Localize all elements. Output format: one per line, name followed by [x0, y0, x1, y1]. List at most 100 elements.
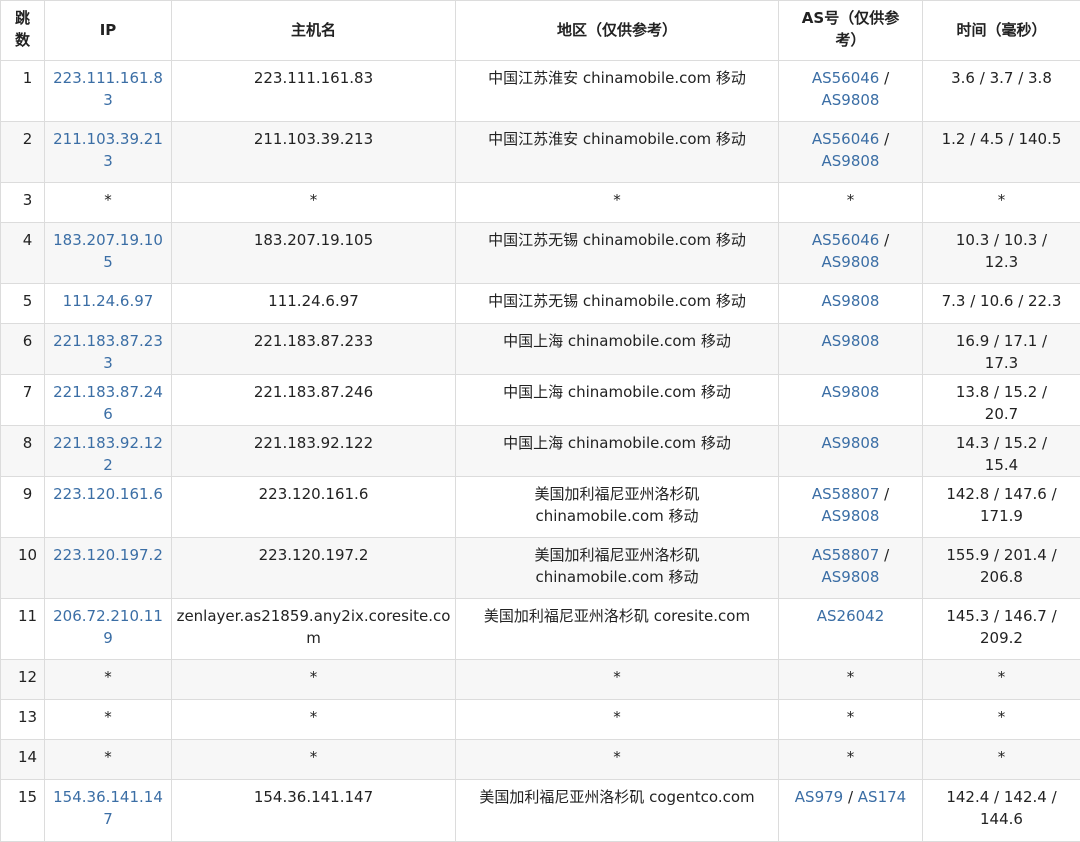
time-cell: 155.9 / 201.4 / 206.8	[923, 538, 1080, 599]
asn-link[interactable]: AS9808	[822, 253, 880, 271]
ip-link[interactable]: 221.183.92.122	[53, 434, 163, 474]
asn-cell: AS9808	[779, 284, 923, 324]
time-cell: *	[923, 740, 1080, 780]
time-cell: *	[923, 660, 1080, 700]
ip-link[interactable]: 221.183.87.233	[53, 332, 163, 372]
ip-cell: 154.36.141.147	[45, 780, 172, 842]
ip-link[interactable]: 223.120.197.2	[53, 546, 163, 564]
header-time: 时间（毫秒）	[923, 1, 1080, 61]
asn-link[interactable]: AS9808	[822, 292, 880, 310]
ip-link[interactable]: 154.36.141.147	[53, 788, 163, 828]
asn-link[interactable]: AS26042	[817, 607, 885, 625]
asn-text: *	[847, 668, 855, 686]
asn-cell: AS56046 / AS9808	[779, 61, 923, 122]
ip-cell: 183.207.19.105	[45, 223, 172, 284]
ip-link[interactable]: 111.24.6.97	[63, 292, 154, 310]
asn-cell: AS58807 / AS9808	[779, 538, 923, 599]
ip-link[interactable]: 183.207.19.105	[53, 231, 163, 271]
ip-text: *	[104, 668, 112, 686]
header-asn: AS号（仅供参考）	[779, 1, 923, 61]
asn-link[interactable]: AS58807	[812, 485, 880, 503]
asn-cell: AS979 / AS174	[779, 780, 923, 842]
hostname-cell: zenlayer.as21859.any2ix.coresite.com	[172, 599, 456, 660]
table-row: 15154.36.141.147154.36.141.147美国加利福尼亚州洛杉…	[1, 780, 1080, 842]
region-cell: 中国上海 chinamobile.com 移动	[456, 375, 779, 426]
region-cell: 中国上海 chinamobile.com 移动	[456, 324, 779, 375]
asn-link[interactable]: AS9808	[822, 568, 880, 586]
hop-cell: 5	[1, 284, 45, 324]
table-row: 7221.183.87.246221.183.87.246中国上海 chinam…	[1, 375, 1080, 426]
table-row: 1223.111.161.83223.111.161.83中国江苏淮安 chin…	[1, 61, 1080, 122]
ip-text: *	[104, 708, 112, 726]
table-row: 6221.183.87.233221.183.87.233中国上海 chinam…	[1, 324, 1080, 375]
table-row: 9223.120.161.6223.120.161.6美国加利福尼亚州洛杉矶 c…	[1, 477, 1080, 538]
asn-cell: *	[779, 700, 923, 740]
header-hostname: 主机名	[172, 1, 456, 61]
asn-separator: /	[879, 231, 889, 249]
ip-cell: *	[45, 183, 172, 223]
ip-link[interactable]: 206.72.210.119	[53, 607, 163, 647]
asn-cell: *	[779, 183, 923, 223]
asn-cell: AS9808	[779, 426, 923, 477]
asn-separator: /	[879, 130, 889, 148]
ip-link[interactable]: 223.111.161.83	[53, 69, 163, 109]
ip-cell: 223.120.161.6	[45, 477, 172, 538]
time-cell: 13.8 / 15.2 / 20.7	[923, 375, 1080, 426]
time-cell: *	[923, 183, 1080, 223]
hostname-cell: 223.111.161.83	[172, 61, 456, 122]
asn-text: *	[847, 708, 855, 726]
asn-separator: /	[879, 485, 889, 503]
time-cell: *	[923, 700, 1080, 740]
asn-link[interactable]: AS56046	[812, 130, 880, 148]
table-row: 3*****	[1, 183, 1080, 223]
asn-link[interactable]: AS9808	[822, 332, 880, 350]
table-header-row: 跳 数 IP 主机名 地区（仅供参考） AS号（仅供参考） 时间（毫秒）	[1, 1, 1080, 61]
header-ip: IP	[45, 1, 172, 61]
asn-cell: *	[779, 660, 923, 700]
hostname-cell: 183.207.19.105	[172, 223, 456, 284]
asn-link[interactable]: AS9808	[822, 434, 880, 452]
hostname-cell: 221.183.87.246	[172, 375, 456, 426]
ip-text: *	[104, 191, 112, 209]
hop-cell: 11	[1, 599, 45, 660]
asn-link[interactable]: AS56046	[812, 231, 880, 249]
asn-link[interactable]: AS56046	[812, 69, 880, 87]
region-cell: 美国加利福尼亚州洛杉矶 chinamobile.com 移动	[456, 538, 779, 599]
hostname-cell: 221.183.92.122	[172, 426, 456, 477]
time-cell: 10.3 / 10.3 / 12.3	[923, 223, 1080, 284]
hop-cell: 13	[1, 700, 45, 740]
hop-cell: 3	[1, 183, 45, 223]
hop-cell: 9	[1, 477, 45, 538]
hostname-cell: *	[172, 660, 456, 700]
ip-link[interactable]: 223.120.161.6	[53, 485, 163, 503]
table-row: 8221.183.92.122221.183.92.122中国上海 chinam…	[1, 426, 1080, 477]
asn-text: *	[847, 191, 855, 209]
hop-cell: 6	[1, 324, 45, 375]
time-cell: 3.6 / 3.7 / 3.8	[923, 61, 1080, 122]
asn-link[interactable]: AS9808	[822, 507, 880, 525]
ip-link[interactable]: 221.183.87.246	[53, 383, 163, 423]
time-cell: 7.3 / 10.6 / 22.3	[923, 284, 1080, 324]
region-cell: 中国江苏淮安 chinamobile.com 移动	[456, 122, 779, 183]
asn-link[interactable]: AS9808	[822, 152, 880, 170]
asn-link[interactable]: AS9808	[822, 383, 880, 401]
asn-link[interactable]: AS58807	[812, 546, 880, 564]
ip-cell: *	[45, 740, 172, 780]
ip-cell: 223.120.197.2	[45, 538, 172, 599]
hostname-cell: *	[172, 700, 456, 740]
table-row: 2211.103.39.213211.103.39.213中国江苏淮安 chin…	[1, 122, 1080, 183]
region-cell: 中国江苏淮安 chinamobile.com 移动	[456, 61, 779, 122]
asn-cell: *	[779, 740, 923, 780]
asn-text: *	[847, 748, 855, 766]
asn-link[interactable]: AS9808	[822, 91, 880, 109]
region-cell: 美国加利福尼亚州洛杉矶 cogentco.com	[456, 780, 779, 842]
asn-cell: AS56046 / AS9808	[779, 223, 923, 284]
asn-cell: AS9808	[779, 324, 923, 375]
hop-cell: 14	[1, 740, 45, 780]
ip-cell: 211.103.39.213	[45, 122, 172, 183]
hop-cell: 1	[1, 61, 45, 122]
asn-link[interactable]: AS979	[795, 788, 843, 806]
ip-link[interactable]: 211.103.39.213	[53, 130, 163, 170]
asn-link[interactable]: AS174	[858, 788, 906, 806]
region-cell: 美国加利福尼亚州洛杉矶 coresite.com	[456, 599, 779, 660]
